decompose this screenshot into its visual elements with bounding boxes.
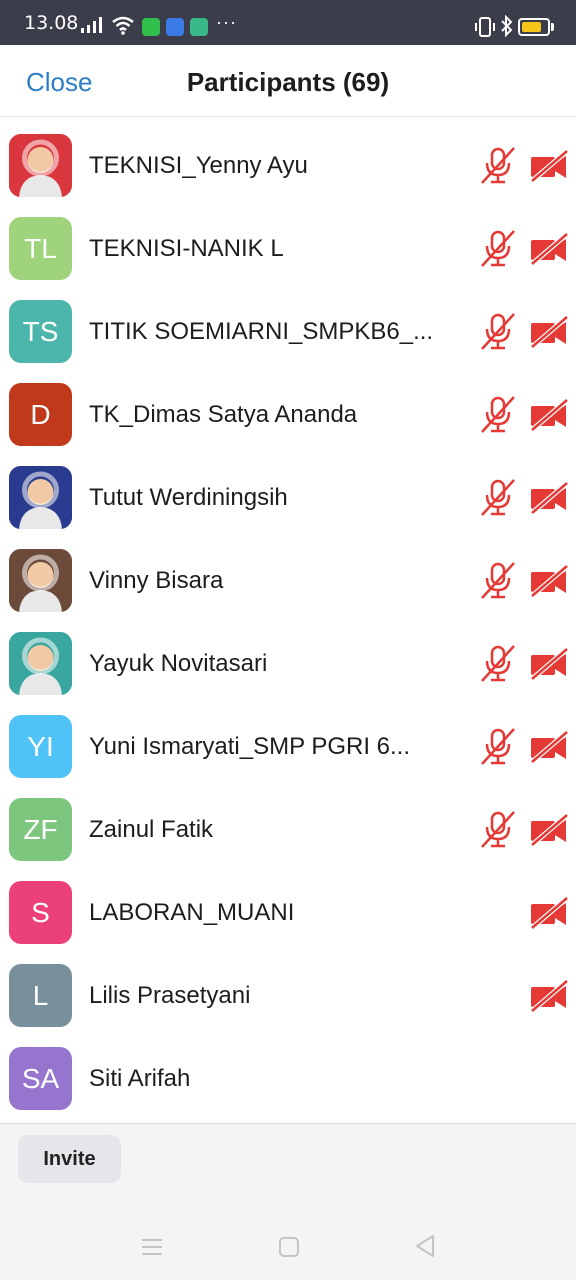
wifi-icon bbox=[112, 16, 134, 35]
participant-row[interactable]: SA Siti Arifah bbox=[0, 1039, 576, 1122]
avatar: D bbox=[9, 383, 72, 446]
video-off-icon bbox=[530, 564, 569, 602]
avatar bbox=[9, 632, 72, 695]
avatar-initials: ZF bbox=[23, 813, 58, 845]
home-icon[interactable] bbox=[278, 1236, 300, 1258]
participant-name: Vinny Bisara bbox=[89, 567, 224, 594]
mic-muted-icon bbox=[479, 727, 517, 772]
mic-muted-icon bbox=[479, 810, 517, 855]
mic-muted-icon bbox=[479, 395, 517, 440]
status-time: 13.08 bbox=[24, 12, 79, 34]
avatar: S bbox=[9, 881, 72, 944]
participant-name: Tutut Werdiningsih bbox=[89, 484, 288, 511]
status-bar: 13.08 ··· bbox=[0, 0, 576, 45]
whatsapp-icon bbox=[142, 18, 160, 36]
participant-name: TEKNISI_Yenny Ayu bbox=[89, 152, 308, 179]
mic-muted-icon bbox=[479, 312, 517, 357]
header: Close Participants (69) bbox=[0, 45, 576, 117]
participant-row[interactable]: Yayuk Novitasari bbox=[0, 624, 576, 707]
participant-row[interactable]: D TK_Dimas Satya Ananda bbox=[0, 375, 576, 458]
back-icon[interactable] bbox=[414, 1234, 436, 1258]
vibrate-icon bbox=[475, 17, 495, 37]
participant-name: Yuni Ismaryati_SMP PGRI 6... bbox=[89, 733, 411, 760]
menu-icon[interactable] bbox=[141, 1237, 163, 1257]
bluetooth-icon bbox=[501, 15, 513, 37]
participant-row[interactable]: TL TEKNISI-NANIK L bbox=[0, 209, 576, 292]
video-off-icon bbox=[530, 896, 569, 934]
battery-tip bbox=[551, 23, 554, 31]
participant-name: TK_Dimas Satya Ananda bbox=[89, 401, 358, 428]
video-off-icon bbox=[530, 481, 569, 519]
participant-row[interactable]: ZF Zainul Fatik bbox=[0, 790, 576, 873]
participant-name: LABORAN_MUANI bbox=[89, 899, 295, 926]
mic-muted-icon bbox=[479, 478, 517, 523]
participant-name: TITIK SOEMIARNI_SMPKB6_... bbox=[89, 318, 434, 345]
video-off-icon bbox=[530, 813, 569, 851]
avatar-initials: L bbox=[32, 979, 49, 1011]
mic-muted-icon bbox=[479, 146, 517, 191]
participant-name: Yayuk Novitasari bbox=[89, 650, 268, 677]
avatar-initials: TL bbox=[24, 232, 57, 264]
avatar-initials: YI bbox=[27, 730, 54, 762]
app-icon bbox=[190, 18, 208, 36]
more-notifications: ··· bbox=[216, 12, 237, 32]
participant-row[interactable]: YI Yuni Ismaryati_SMP PGRI 6... bbox=[0, 707, 576, 790]
avatar bbox=[9, 134, 72, 197]
avatar: L bbox=[9, 964, 72, 1027]
avatar-initials: SA bbox=[21, 1062, 60, 1094]
participant-name: Lilis Prasetyani bbox=[89, 982, 251, 1009]
page-title: Participants (69) bbox=[186, 67, 390, 97]
participant-row[interactable]: L Lilis Prasetyani bbox=[0, 956, 576, 1039]
participant-row[interactable]: Tutut Werdiningsih bbox=[0, 458, 576, 541]
participant-name: Zainul Fatik bbox=[89, 816, 214, 843]
app-icon bbox=[166, 18, 184, 36]
video-off-icon bbox=[530, 398, 569, 436]
participant-row[interactable]: Vinny Bisara bbox=[0, 541, 576, 624]
avatar: TL bbox=[9, 217, 72, 280]
avatar: TS bbox=[9, 300, 72, 363]
battery-level bbox=[522, 22, 541, 32]
video-off-icon bbox=[530, 979, 569, 1017]
bottom-bar: Invite bbox=[0, 1123, 576, 1280]
participant-list[interactable]: TEKNISI_Yenny Ayu TL TEKNISI-NANIK L TS TITI… bbox=[0, 126, 576, 1122]
video-off-icon bbox=[530, 149, 569, 187]
participant-name: TEKNISI-NANIK L bbox=[89, 235, 284, 262]
participant-row[interactable]: TEKNISI_Yenny Ayu bbox=[0, 126, 576, 209]
mic-muted-icon bbox=[479, 229, 517, 274]
participant-row[interactable]: TS TITIK SOEMIARNI_SMPKB6_... bbox=[0, 292, 576, 375]
participant-row[interactable]: S LABORAN_MUANI bbox=[0, 873, 576, 956]
avatar: ZF bbox=[9, 798, 72, 861]
participant-name: Siti Arifah bbox=[89, 1065, 191, 1092]
avatar: SA bbox=[9, 1047, 72, 1110]
invite-button[interactable]: Invite bbox=[18, 1135, 121, 1183]
signal-icon bbox=[81, 17, 102, 33]
video-off-icon bbox=[530, 647, 569, 685]
avatar-initials: S bbox=[31, 896, 50, 928]
avatar bbox=[9, 549, 72, 612]
avatar: YI bbox=[9, 715, 72, 778]
avatar bbox=[9, 466, 72, 529]
video-off-icon bbox=[530, 232, 569, 270]
mic-muted-icon bbox=[479, 561, 517, 606]
video-off-icon bbox=[530, 315, 569, 353]
avatar-initials: D bbox=[30, 398, 51, 430]
avatar-initials: TS bbox=[22, 315, 59, 347]
video-off-icon bbox=[530, 730, 569, 768]
battery-icon bbox=[518, 18, 550, 36]
mic-muted-icon bbox=[479, 644, 517, 689]
